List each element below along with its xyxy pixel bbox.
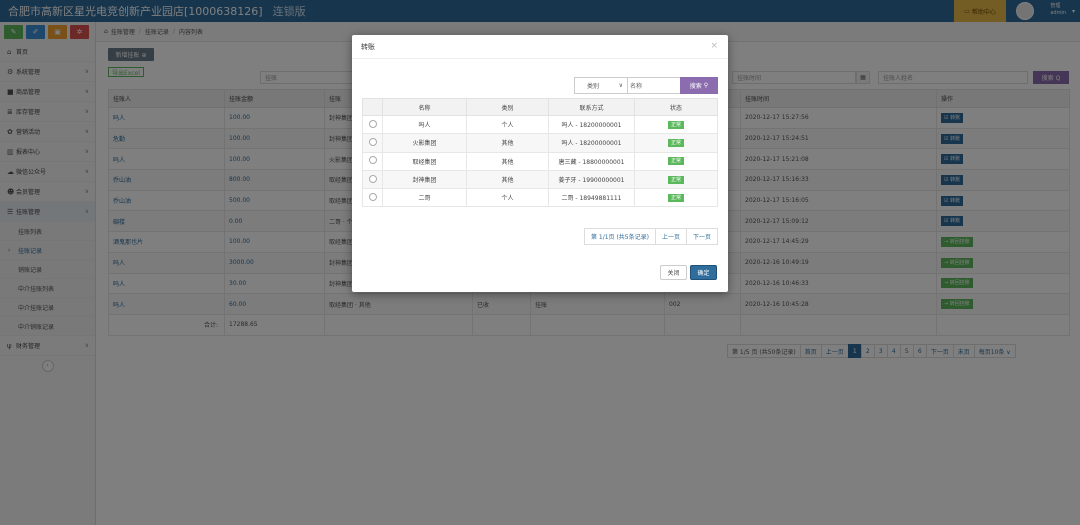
payee-contact: 吗人 - 18200000001 [548, 133, 635, 153]
dialog-title: 转账 [361, 42, 375, 51]
dialog-search-button[interactable]: 搜索 ⚲ [680, 77, 718, 94]
column-header [362, 98, 383, 116]
chevron-down-icon: ∨ [618, 82, 623, 89]
status-badge: 正常 [667, 138, 684, 147]
select-radio[interactable] [368, 192, 377, 201]
column-header: 联系方式 [548, 98, 635, 116]
payee-name: 封神集团 [382, 169, 467, 190]
transfer-dialog: 转账 × 类别 ∨ 名称 搜索 ⚲ 名称 类别 联系方式 状态 吗人 个人 吗人 -… [352, 35, 728, 292]
radio-cell [362, 133, 383, 153]
search-icon: ⚲ [703, 82, 709, 89]
payee-contact: 二哥 - 18949881111 [548, 188, 635, 208]
prev-page-button[interactable]: 上一页 [654, 228, 687, 245]
status-badge: 正常 [667, 175, 684, 184]
payee-row[interactable]: 二哥 个人 二哥 - 18949881111 正常 [362, 188, 718, 208]
payee-contact: 吗人 - 18200000001 [548, 114, 635, 135]
payee-type: 其他 [466, 169, 549, 190]
radio-cell [362, 169, 383, 190]
confirm-button[interactable]: 确定 [690, 265, 717, 280]
name-search-input[interactable]: 名称 [627, 77, 681, 94]
radio-cell [362, 151, 383, 171]
payee-type: 其他 [466, 133, 549, 153]
status-cell: 正常 [634, 188, 718, 208]
status-cell: 正常 [634, 169, 718, 190]
next-page-button[interactable]: 下一页 [685, 228, 718, 245]
select-radio[interactable] [368, 137, 377, 146]
payee-name: 取经集团 [382, 151, 467, 171]
payee-type: 其他 [466, 151, 549, 171]
close-button[interactable]: 关闭 [660, 265, 687, 280]
payee-contact: 姜子牙 - 19900000001 [548, 169, 635, 190]
payee-type: 个人 [466, 114, 549, 135]
status-cell: 正常 [634, 133, 718, 153]
dialog-header: 转账 × [352, 35, 728, 59]
dialog-pagination: 第 1/1页 (共5条记录) 上一页 下一页 [583, 228, 718, 245]
status-badge: 正常 [667, 193, 684, 202]
payee-row[interactable]: 吗人 个人 吗人 - 18200000001 正常 [362, 114, 718, 135]
page-info: 第 1/1页 (共5条记录) [583, 228, 656, 245]
select-radio[interactable] [368, 174, 377, 183]
payee-type: 个人 [466, 188, 549, 208]
radio-cell [362, 114, 383, 135]
close-icon[interactable]: × [710, 41, 718, 51]
select-radio[interactable] [368, 156, 377, 165]
column-header: 状态 [634, 98, 718, 116]
payee-name: 吗人 [382, 114, 467, 135]
status-cell: 正常 [634, 114, 718, 135]
status-badge: 正常 [667, 120, 684, 129]
payee-name: 二哥 [382, 188, 467, 208]
payee-row[interactable]: 火影集团 其他 吗人 - 18200000001 正常 [362, 133, 718, 153]
column-header: 名称 [382, 98, 467, 116]
payee-row[interactable]: 封神集团 其他 姜子牙 - 19900000001 正常 [362, 169, 718, 190]
status-cell: 正常 [634, 151, 718, 171]
payee-row[interactable]: 取经集团 其他 唐三藏 - 18800000001 正常 [362, 151, 718, 171]
category-select[interactable]: 类别 ∨ [574, 77, 628, 94]
select-radio[interactable] [368, 119, 377, 128]
payee-name: 火影集团 [382, 133, 467, 153]
payee-table: 名称 类别 联系方式 状态 吗人 个人 吗人 - 18200000001 正常 火影集团… [362, 98, 718, 208]
payee-contact: 唐三藏 - 18800000001 [548, 151, 635, 171]
column-header: 类别 [466, 98, 549, 116]
radio-cell [362, 188, 383, 208]
status-badge: 正常 [667, 157, 684, 166]
